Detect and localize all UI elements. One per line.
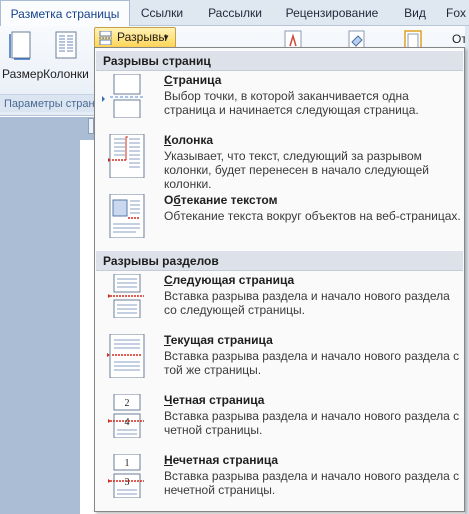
- size-button[interactable]: Размер: [2, 30, 44, 81]
- menu-item-odd-page[interactable]: 1 3 Нечетная страница Вставка разрыва ра…: [96, 452, 463, 510]
- page-number-top: 2: [125, 398, 130, 409]
- odd-page-section-icon: 1 3: [108, 454, 144, 498]
- chevron-down-icon: ▼: [162, 33, 170, 42]
- right-edge-strip: [465, 26, 469, 514]
- menu-item-description: Указывает, что текст, следующий за разры…: [164, 149, 429, 191]
- page-number-bottom: 4: [125, 417, 130, 428]
- menu-item-description: Обтекание текста вокруг объектов на веб-…: [164, 209, 461, 223]
- tab-mailings[interactable]: Рассылки: [203, 0, 267, 26]
- page-size-icon: [9, 31, 31, 60]
- menu-item-next-page[interactable]: Следующая страница Вставка разрыва разде…: [96, 272, 463, 330]
- menu-item-title: Текущая страница: [164, 333, 273, 347]
- section-breaks-header: Разрывы разделов: [96, 251, 463, 271]
- column-break-icon: [108, 134, 145, 178]
- breaks-label: Разрывы: [117, 30, 167, 44]
- page-number-bottom: 3: [125, 477, 130, 488]
- menu-item-title: Четная страница: [164, 393, 265, 407]
- menu-item-title: Страница: [164, 73, 222, 87]
- breaks-dropdown-menu: Разрывы страниц Страница Выбор точки, в …: [94, 47, 465, 512]
- page-setup-group-label: Параметры страни: [0, 94, 98, 112]
- menu-item-description: Выбор точки, в которой заканчивается одн…: [164, 89, 419, 117]
- menu-item-description: Вставка разрыва раздела и начало нового …: [164, 289, 450, 317]
- tab-fox[interactable]: Fox: [446, 0, 469, 26]
- document-page[interactable]: [80, 140, 95, 514]
- menu-item-description: Вставка разрыва раздела и начало нового …: [164, 349, 460, 377]
- menu-item-continuous[interactable]: Текущая страница Вставка разрыва раздела…: [96, 332, 463, 390]
- text-wrapping-break-icon: [109, 194, 145, 238]
- continuous-section-icon: [107, 334, 145, 378]
- page-number-top: 1: [125, 458, 130, 469]
- menu-item-page-break[interactable]: Страница Выбор точки, в которой заканчив…: [96, 72, 463, 130]
- menu-item-description: Вставка разрыва раздела и начало нового …: [164, 469, 460, 497]
- breaks-button[interactable]: Разрывы ▼: [94, 27, 176, 48]
- menu-item-even-page[interactable]: 2 4 Четная страница Вставка разрыва разд…: [96, 392, 463, 450]
- size-label: Размер: [2, 67, 44, 81]
- menu-item-title: Следующая страница: [164, 273, 295, 287]
- menu-item-column-break[interactable]: Колонка Указывает, что текст, следующий …: [96, 132, 463, 191]
- selection-marker: [102, 96, 105, 102]
- tab-references[interactable]: Ссылки: [136, 0, 188, 26]
- tab-view[interactable]: Вид: [398, 0, 432, 26]
- menu-item-text-wrapping[interactable]: Обтекание текстом Обтекание текста вокру…: [96, 192, 463, 250]
- page-break-icon: [110, 74, 144, 118]
- next-page-section-icon: [108, 274, 144, 318]
- columns-label: Колонки: [43, 67, 89, 81]
- even-page-section-icon: 2 4: [108, 394, 144, 438]
- tab-page-layout[interactable]: Разметка страницы: [0, 0, 130, 27]
- menu-item-title: Обтекание текстом: [164, 193, 278, 207]
- tab-review[interactable]: Рецензирование: [282, 0, 382, 26]
- page-breaks-header: Разрывы страниц: [96, 51, 463, 71]
- menu-item-title: Колонка: [164, 133, 214, 147]
- columns-icon: [55, 31, 77, 59]
- columns-button[interactable]: Колонки: [42, 30, 90, 81]
- menu-item-description: Вставка разрыва раздела и начало нового …: [164, 409, 460, 437]
- menu-item-title: Нечетная страница: [164, 453, 279, 467]
- ribbon-tab-bar: Разметка страницы Ссылки Рассылки Реценз…: [0, 0, 469, 27]
